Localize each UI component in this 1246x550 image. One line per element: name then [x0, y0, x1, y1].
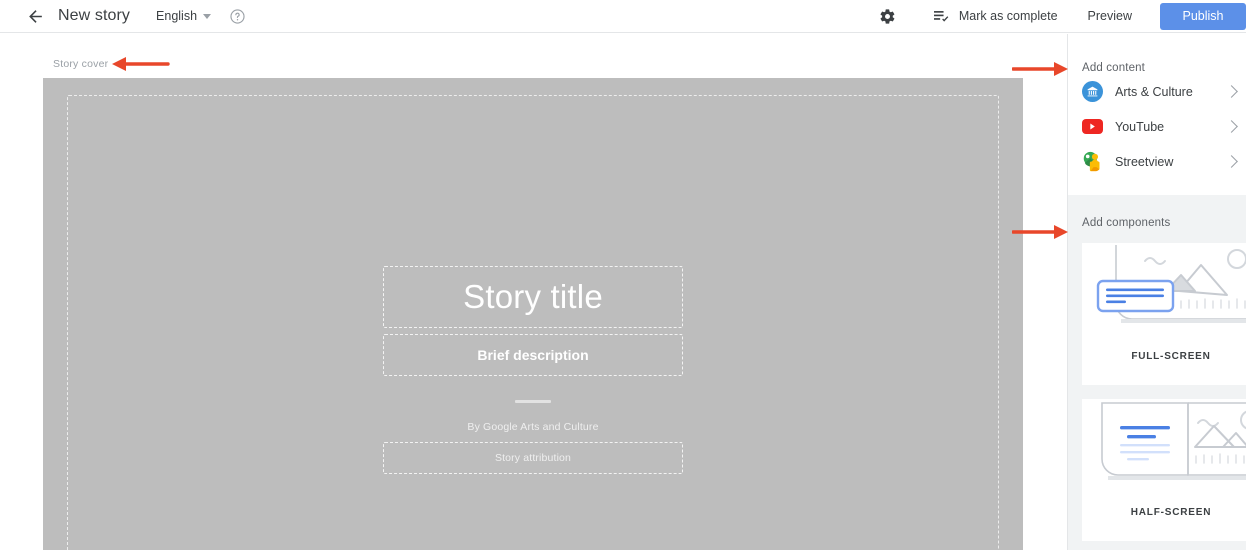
playlist-check-icon [933, 9, 950, 24]
add-components-section: Add components FULL-SCREEN HALF-SCREEN [1068, 195, 1246, 550]
sidebar-item-streetview[interactable]: Streetview [1068, 144, 1246, 179]
back-button[interactable] [24, 5, 46, 27]
youtube-icon [1082, 119, 1103, 134]
story-attribution-field[interactable]: Story attribution [383, 441, 683, 474]
chevron-right-icon [1225, 120, 1238, 133]
add-content-section: Add content Arts & Culture YouTube Stree… [1068, 34, 1246, 195]
page-title: New story [58, 7, 131, 24]
sidebar-item-label: Arts & Culture [1115, 84, 1193, 99]
half-screen-layout-thumbnail [1082, 399, 1246, 505]
component-caption: FULL-SCREEN [1131, 351, 1211, 362]
chevron-right-icon [1225, 85, 1238, 98]
app-header: New story English Mark as complete Previ… [0, 0, 1246, 33]
right-sidebar: Add content Arts & Culture YouTube Stree… [1067, 34, 1246, 550]
story-cover-fields: Story title Brief description By Google … [383, 266, 683, 474]
settings-button[interactable] [877, 5, 899, 27]
help-circle-icon [230, 8, 245, 24]
add-components-title: Add components [1082, 217, 1171, 229]
story-editor-page: New story English Mark as complete Previ… [0, 0, 1246, 550]
help-button[interactable] [229, 8, 246, 25]
story-byline: By Google Arts and Culture [467, 420, 599, 433]
language-label: English [156, 9, 198, 23]
story-cover-label: Story cover [53, 58, 109, 70]
story-title-placeholder: Story title [463, 278, 603, 315]
publish-button[interactable]: Publish [1160, 2, 1246, 30]
gear-icon [880, 8, 895, 24]
sidebar-item-label: YouTube [1115, 119, 1165, 134]
story-description-placeholder: Brief description [477, 347, 589, 363]
sidebar-item-label: Streetview [1115, 154, 1174, 169]
sidebar-item-arts-and-culture[interactable]: Arts & Culture [1068, 74, 1246, 109]
chevron-down-icon [203, 13, 212, 19]
preview-button[interactable]: Preview [1088, 9, 1132, 23]
story-cover-slide[interactable]: Story title Brief description By Google … [43, 78, 1023, 550]
story-title-field[interactable]: Story title [383, 266, 683, 328]
streetview-pegman-icon [1082, 151, 1103, 172]
component-caption: HALF-SCREEN [1130, 507, 1212, 518]
language-selector[interactable]: English [156, 9, 212, 23]
arts-and-culture-icon [1082, 81, 1103, 102]
mark-as-complete-label: Mark as complete [958, 9, 1058, 23]
full-screen-layout-thumbnail [1082, 243, 1246, 349]
mark-as-complete-button[interactable]: Mark as complete [933, 9, 1058, 24]
divider [515, 400, 551, 403]
story-attribution-placeholder: Story attribution [494, 451, 572, 464]
editor-canvas: Story cover Story title Brief descriptio… [0, 34, 1067, 550]
add-content-title: Add content [1082, 62, 1146, 74]
sidebar-item-youtube[interactable]: YouTube [1068, 109, 1246, 144]
story-description-field[interactable]: Brief description [383, 334, 683, 376]
component-card-half-screen[interactable]: HALF-SCREEN [1082, 399, 1246, 541]
chevron-right-icon [1225, 155, 1238, 168]
arrow-left-icon [28, 9, 42, 23]
component-card-full-screen[interactable]: FULL-SCREEN [1082, 243, 1246, 385]
